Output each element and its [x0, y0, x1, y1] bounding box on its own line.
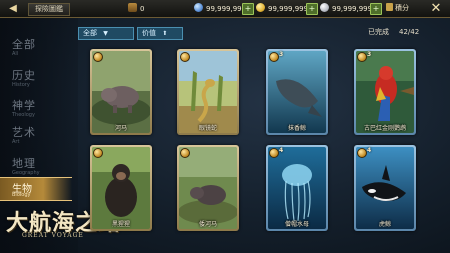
hippo-illustration — [92, 51, 150, 133]
rarity-badge-icon — [357, 148, 367, 158]
silver-coin-icon — [320, 3, 329, 12]
gem-icon — [194, 3, 203, 12]
rarity-badge-icon — [269, 148, 279, 158]
card-name: 倭河马 — [198, 221, 217, 228]
card-name: 古巴红金刚鹦鹉 — [363, 125, 406, 132]
card-name: 僧帽水母 — [284, 221, 309, 228]
macaw-illustration — [356, 51, 414, 133]
silver-count: 99,999,999 — [332, 5, 373, 13]
rarity-badge-icon — [93, 52, 103, 62]
jellyfish-illustration — [268, 147, 326, 229]
collection-card-macaw[interactable]: 3 古巴红金刚鹦鹉 — [354, 49, 416, 135]
collection-card-man-o-war[interactable]: 4 僧帽水母 — [266, 145, 328, 231]
rarity-badge-icon — [93, 148, 103, 158]
completed-label: 已完成 — [368, 28, 389, 36]
nav-item-history[interactable]: 历史 History — [12, 67, 72, 88]
nav-item-sublabel: Geography — [12, 170, 40, 176]
score-icon — [386, 3, 393, 11]
rarity-badge-icon — [357, 52, 367, 62]
sort-value-label: 价值 — [142, 29, 156, 37]
chimpanzee-illustration — [92, 147, 150, 229]
nav-item-all[interactable]: 全部 All — [12, 36, 72, 57]
sort-value-button[interactable]: 价值 ⬆ — [137, 27, 183, 40]
gem-count: 99,999,999 — [206, 5, 247, 13]
nav-item-sublabel: Biology — [12, 192, 31, 198]
chest-resource: 0 — [128, 3, 144, 14]
card-name: 虎鲸 — [378, 221, 391, 228]
gold-coin-icon — [256, 3, 265, 12]
card-name: 抹香鲸 — [287, 125, 306, 132]
rarity-badge-icon — [180, 148, 190, 158]
star-level: 3 — [367, 51, 372, 58]
score-button[interactable]: 積分 — [386, 2, 414, 15]
top-bar: ◀ 探險圖鑑 0 99,999,999 + 99,999,999 + 99,99… — [0, 0, 450, 18]
nav-item-sublabel: History — [12, 82, 30, 88]
chest-count: 0 — [140, 5, 145, 13]
score-label: 積分 — [395, 4, 409, 12]
pygmy-hippo-illustration — [179, 147, 237, 229]
sort-arrow-icon: ⬆ — [162, 30, 168, 37]
breadcrumb: 探險圖鑑 — [28, 3, 70, 16]
game-screen: ◀ 探險圖鑑 0 99,999,999 + 99,999,999 + 99,99… — [0, 0, 450, 253]
nav-item-geography[interactable]: 地理 Geography — [12, 155, 72, 176]
cobra-illustration — [179, 51, 237, 133]
close-button[interactable]: ✕ — [426, 1, 446, 16]
star-level: 4 — [367, 147, 372, 154]
collection-card-orca[interactable]: 4 虎鲸 — [354, 145, 416, 231]
rarity-badge-icon — [180, 52, 190, 62]
add-silver-button[interactable]: + — [370, 3, 382, 15]
nav-item-biology[interactable]: 生物 Biology — [0, 177, 72, 201]
nav-item-label: 全部 — [12, 38, 36, 51]
sperm-whale-illustration — [268, 51, 326, 133]
orca-illustration — [356, 147, 414, 229]
logo-subtitle: GREAT VOYAGE — [22, 232, 84, 239]
completed-count: 42/42 — [399, 28, 420, 36]
nav-item-label: 神学 — [12, 99, 36, 112]
gem-resource: 99,999,999 — [194, 3, 246, 14]
collection-card-chimpanzee[interactable]: 黑猩猩 — [90, 145, 152, 231]
back-button[interactable]: ◀ — [2, 2, 24, 15]
star-level: 3 — [279, 51, 284, 58]
collection-card-hippo[interactable]: 河马 — [90, 49, 152, 135]
chevron-down-icon: ▼ — [103, 30, 108, 37]
gold-resource: 99,999,999 — [256, 3, 308, 14]
card-name: 眼镜蛇 — [198, 125, 217, 132]
silver-resource: 99,999,999 — [320, 3, 372, 14]
nav-item-art[interactable]: 艺术 Art — [12, 124, 72, 145]
nav-item-label: 地理 — [12, 157, 36, 170]
card-name: 黑猩猩 — [111, 221, 130, 228]
nav-item-sublabel: Theology — [12, 112, 35, 118]
add-gems-button[interactable]: + — [242, 3, 254, 15]
gold-count: 99,999,999 — [268, 5, 309, 13]
collection-card-cobra[interactable]: 眼镜蛇 — [177, 49, 239, 135]
collection-card-sperm-whale[interactable]: 3 抹香鲸 — [266, 49, 328, 135]
star-level: 4 — [279, 147, 284, 154]
card-name: 河马 — [114, 125, 127, 132]
category-filter-dropdown[interactable]: 全部 ▼ — [78, 27, 134, 40]
collection-card-pygmy-hippo[interactable]: 倭河马 — [177, 145, 239, 231]
category-filter-label: 全部 — [83, 29, 97, 37]
rarity-badge-icon — [269, 52, 279, 62]
nav-item-label: 艺术 — [12, 126, 36, 139]
nav-item-label: 历史 — [12, 69, 36, 82]
nav-item-theology[interactable]: 神学 Theology — [12, 97, 72, 118]
chest-icon — [128, 3, 137, 12]
add-gold-button[interactable]: + — [306, 3, 318, 15]
